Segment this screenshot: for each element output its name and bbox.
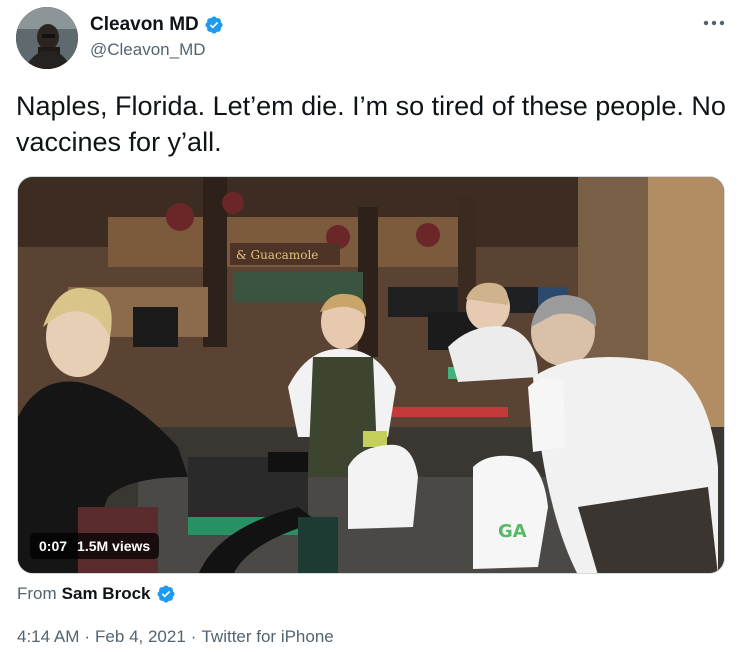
meta-separator: · bbox=[84, 627, 91, 646]
tweet-date[interactable]: Feb 4, 2021 bbox=[95, 627, 186, 647]
author-display-name[interactable]: Cleavon MD bbox=[90, 14, 199, 36]
tweet-meta: 4:14 AM · Feb 4, 2021 · Twitter for iPho… bbox=[17, 627, 334, 647]
ellipsis-horizontal-icon bbox=[703, 20, 725, 26]
verified-badge-icon bbox=[156, 585, 175, 603]
video-overlay-badge: 0:07 1.5M views bbox=[30, 533, 160, 559]
video-views: 1.5M views bbox=[77, 538, 151, 554]
meta-separator: · bbox=[190, 627, 197, 646]
more-options-button[interactable] bbox=[699, 10, 729, 36]
tweet-client[interactable]: Twitter for iPhone bbox=[201, 627, 333, 647]
author-avatar[interactable] bbox=[16, 7, 78, 69]
verified-badge-icon bbox=[205, 16, 223, 34]
author-name-row[interactable]: Cleavon MD bbox=[90, 14, 224, 36]
tweet: Cleavon MD @Cleavon_MD Naples, Florida. … bbox=[0, 0, 743, 652]
media-attribution: From Sam Brock bbox=[17, 584, 176, 604]
video-player[interactable]: & Guacamole GA 0:07 1.5M views bbox=[17, 176, 725, 574]
avatar-image bbox=[16, 7, 78, 69]
scene-bag-mark: GA bbox=[498, 521, 527, 542]
tweet-text: Naples, Florida. Let’em die. I’m so tire… bbox=[16, 91, 734, 157]
tweet-time[interactable]: 4:14 AM bbox=[17, 627, 79, 647]
attribution-source-name[interactable]: Sam Brock bbox=[62, 584, 151, 604]
video-elapsed: 0:07 bbox=[39, 538, 68, 554]
video-frame: & Guacamole GA bbox=[18, 177, 724, 573]
attribution-prefix: From bbox=[17, 584, 57, 603]
scene-sign-text: & Guacamole bbox=[236, 248, 318, 262]
author-handle[interactable]: @Cleavon_MD bbox=[90, 40, 206, 60]
